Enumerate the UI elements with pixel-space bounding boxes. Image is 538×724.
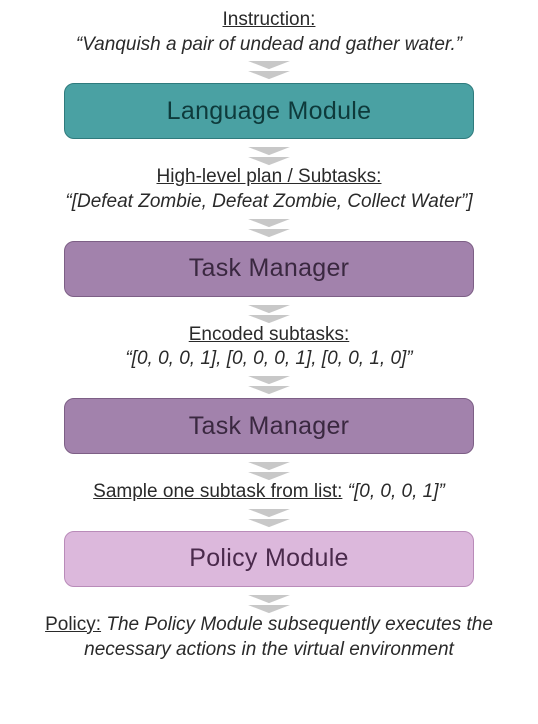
arrow-icon [246,462,292,482]
arrow-icon [246,595,292,615]
caption-sample-heading: Sample one subtask from list: [93,481,342,502]
caption-instruction: Instruction: “Vanquish a pair of undead … [76,8,462,57]
caption-plan-heading: High-level plan / Subtasks: [157,166,382,187]
arrow-icon [246,219,292,239]
caption-encoded: Encoded subtasks: “[0, 0, 0, 1], [0, 0, … [125,323,412,372]
caption-encoded-heading: Encoded subtasks: [189,324,350,345]
arrow-icon [246,376,292,396]
diagram-root: Instruction: “Vanquish a pair of undead … [0,0,538,664]
task-manager-box-1: Task Manager [64,241,474,297]
task-manager-box-2: Task Manager [64,398,474,454]
arrow-icon [246,147,292,167]
language-module-box: Language Module [64,83,474,139]
caption-policy: Policy: The Policy Module subsequently e… [20,613,518,662]
policy-module-box: Policy Module [64,531,474,587]
language-module-label: Language Module [167,97,372,126]
caption-instruction-heading: Instruction: [223,9,316,30]
caption-policy-text: The Policy Module subsequently executes … [84,614,493,660]
caption-sample: Sample one subtask from list: “[0, 0, 0,… [93,480,445,505]
caption-instruction-text: “Vanquish a pair of undead and gather wa… [76,34,462,55]
caption-policy-heading: Policy: [45,614,101,635]
arrow-icon [246,305,292,325]
caption-plan-text: “[Defeat Zombie, Defeat Zombie, Collect … [65,191,472,212]
arrow-icon [246,61,292,81]
caption-sample-text: “[0, 0, 0, 1]” [348,481,445,502]
policy-module-label: Policy Module [189,544,349,573]
caption-encoded-text: “[0, 0, 0, 1], [0, 0, 0, 1], [0, 0, 1, 0… [125,348,412,369]
task-manager-label-2: Task Manager [189,412,350,441]
caption-plan: High-level plan / Subtasks: “[Defeat Zom… [65,165,472,214]
arrow-icon [246,509,292,529]
task-manager-label-1: Task Manager [189,254,350,283]
